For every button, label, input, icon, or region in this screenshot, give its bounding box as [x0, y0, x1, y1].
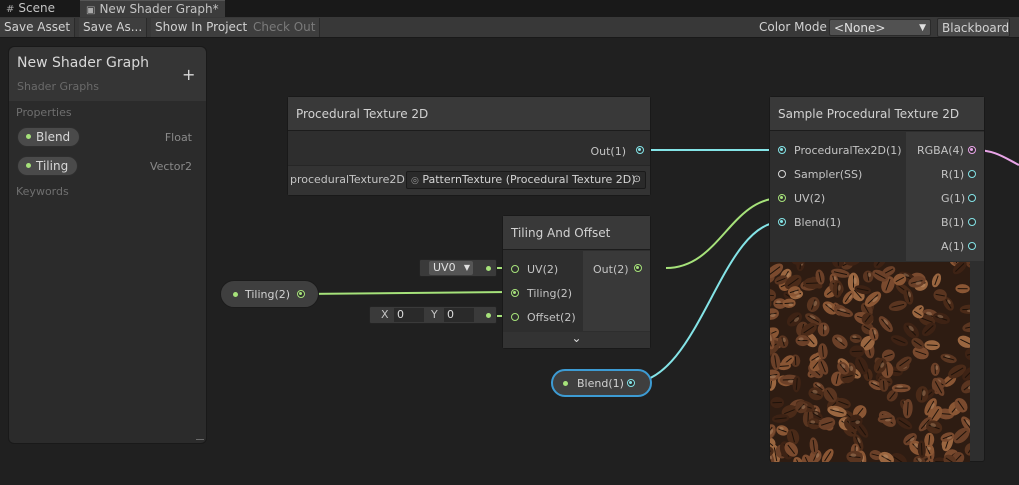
port-b-label: B(1)	[941, 216, 965, 229]
port-uv-in[interactable]	[511, 265, 519, 273]
add-property-button[interactable]: +	[182, 65, 195, 84]
port-proceduraltex2d-in[interactable]	[778, 146, 786, 154]
port-a-out[interactable]	[968, 242, 976, 250]
procedural-texture-field-label: proceduralTexture2D	[290, 173, 405, 186]
port-out[interactable]	[297, 290, 305, 298]
node-preview-image	[770, 262, 970, 462]
wire-tiling-prop[interactable]	[299, 291, 516, 295]
port-blend-label: Blend(1)	[794, 216, 841, 229]
wire-tiling-offset-out[interactable]	[665, 197, 782, 269]
dropdown-arrow-icon: ▼	[463, 263, 470, 272]
property-tiling-name: Tiling	[36, 159, 69, 173]
property-blend-pill[interactable]: Blend	[17, 127, 81, 147]
vector2-dot-icon	[26, 163, 31, 168]
port-blend-in[interactable]	[778, 218, 786, 226]
property-node-blend[interactable]: Blend(1)	[551, 369, 652, 397]
port-out-label: Out(2)	[593, 263, 629, 276]
float-dot-icon	[26, 134, 31, 139]
port-proceduraltex2d-label: ProceduralTex2D(1)	[794, 144, 902, 157]
port-rgba-out[interactable]	[968, 146, 976, 154]
properties-section-label: Properties	[16, 106, 72, 119]
blackboard-header: New Shader Graph Shader Graphs +	[9, 47, 206, 101]
property-blend-type: Float	[164, 131, 192, 144]
port-tiling-in[interactable]	[511, 289, 519, 297]
expand-preview-button[interactable]: ⌄	[503, 332, 650, 348]
port-offset-label: Offset(2)	[527, 311, 576, 324]
property-node-label: Tiling(2)	[245, 288, 291, 301]
property-node-tiling[interactable]: Tiling(2)	[220, 280, 319, 308]
port-out[interactable]	[636, 146, 644, 154]
port-g-out[interactable]	[968, 194, 976, 202]
blackboard-panel: New Shader Graph Shader Graphs + Propert…	[8, 46, 207, 444]
node-title[interactable]: Procedural Texture 2D	[288, 97, 650, 131]
resize-handle[interactable]	[196, 439, 204, 440]
property-node-label: Blend(1)	[577, 377, 624, 390]
property-dot-icon	[563, 381, 568, 386]
port-out[interactable]	[627, 379, 635, 387]
offset-y-field[interactable]: 0	[444, 308, 474, 322]
port-tiling-label: Tiling(2)	[527, 287, 573, 300]
blackboard-title: New Shader Graph	[17, 55, 149, 71]
uv-inline-input: UV0 ▼	[419, 259, 497, 277]
object-picker-icon[interactable]: ⊙	[633, 172, 641, 188]
offset-x-label: X	[381, 308, 389, 321]
port-offset-in[interactable]	[511, 313, 519, 321]
keywords-section-label: Keywords	[16, 185, 69, 198]
property-dot-icon	[233, 292, 238, 297]
property-tiling-pill[interactable]: Tiling	[17, 156, 79, 176]
port-g-label: G(1)	[941, 192, 966, 205]
port-uv-label: UV(2)	[794, 192, 826, 205]
property-tiling-type: Vector2	[149, 160, 192, 173]
uv-channel-dropdown[interactable]: UV0 ▼	[429, 261, 473, 275]
offset-y-label: Y	[431, 308, 438, 321]
port-uv-label: UV(2)	[527, 263, 559, 276]
node-procedural-texture-2d[interactable]: Procedural Texture 2D Out(1) proceduralT…	[287, 96, 651, 196]
offset-x-field[interactable]: 0	[394, 308, 424, 322]
inline-port-dot	[486, 313, 491, 318]
port-sampler-in[interactable]	[778, 170, 786, 178]
blackboard-subtitle: Shader Graphs	[17, 80, 99, 93]
property-blend-name: Blend	[36, 130, 71, 144]
port-out-label: Out(1)	[590, 145, 626, 158]
offset-inline-input: X 0 Y 0	[369, 306, 497, 324]
procedural-texture-field-value: PatternTexture (Procedural Texture 2D)	[422, 173, 636, 186]
texture-asset-icon: ◎	[411, 176, 419, 186]
wire-blend-prop[interactable]	[629, 221, 782, 384]
port-r-out[interactable]	[968, 170, 976, 178]
port-r-label: R(1)	[941, 168, 965, 181]
procedural-texture-object-field[interactable]: ◎ PatternTexture (Procedural Texture 2D)…	[406, 171, 646, 189]
port-uv-in[interactable]	[778, 194, 786, 202]
inline-port-dot	[486, 266, 491, 271]
node-title[interactable]: Tiling And Offset	[503, 216, 650, 250]
port-rgba-label: RGBA(4)	[917, 144, 964, 157]
uv-channel-value: UV0	[433, 261, 456, 274]
port-out[interactable]	[634, 264, 642, 272]
node-title[interactable]: Sample Procedural Texture 2D	[770, 97, 984, 131]
port-a-label: A(1)	[941, 240, 965, 253]
chevron-down-icon: ⌄	[571, 331, 582, 345]
port-b-out[interactable]	[968, 218, 976, 226]
node-tiling-and-offset[interactable]: Tiling And Offset UV(2) Tiling(2) Offset…	[502, 215, 651, 349]
port-sampler-label: Sampler(SS)	[794, 168, 863, 181]
